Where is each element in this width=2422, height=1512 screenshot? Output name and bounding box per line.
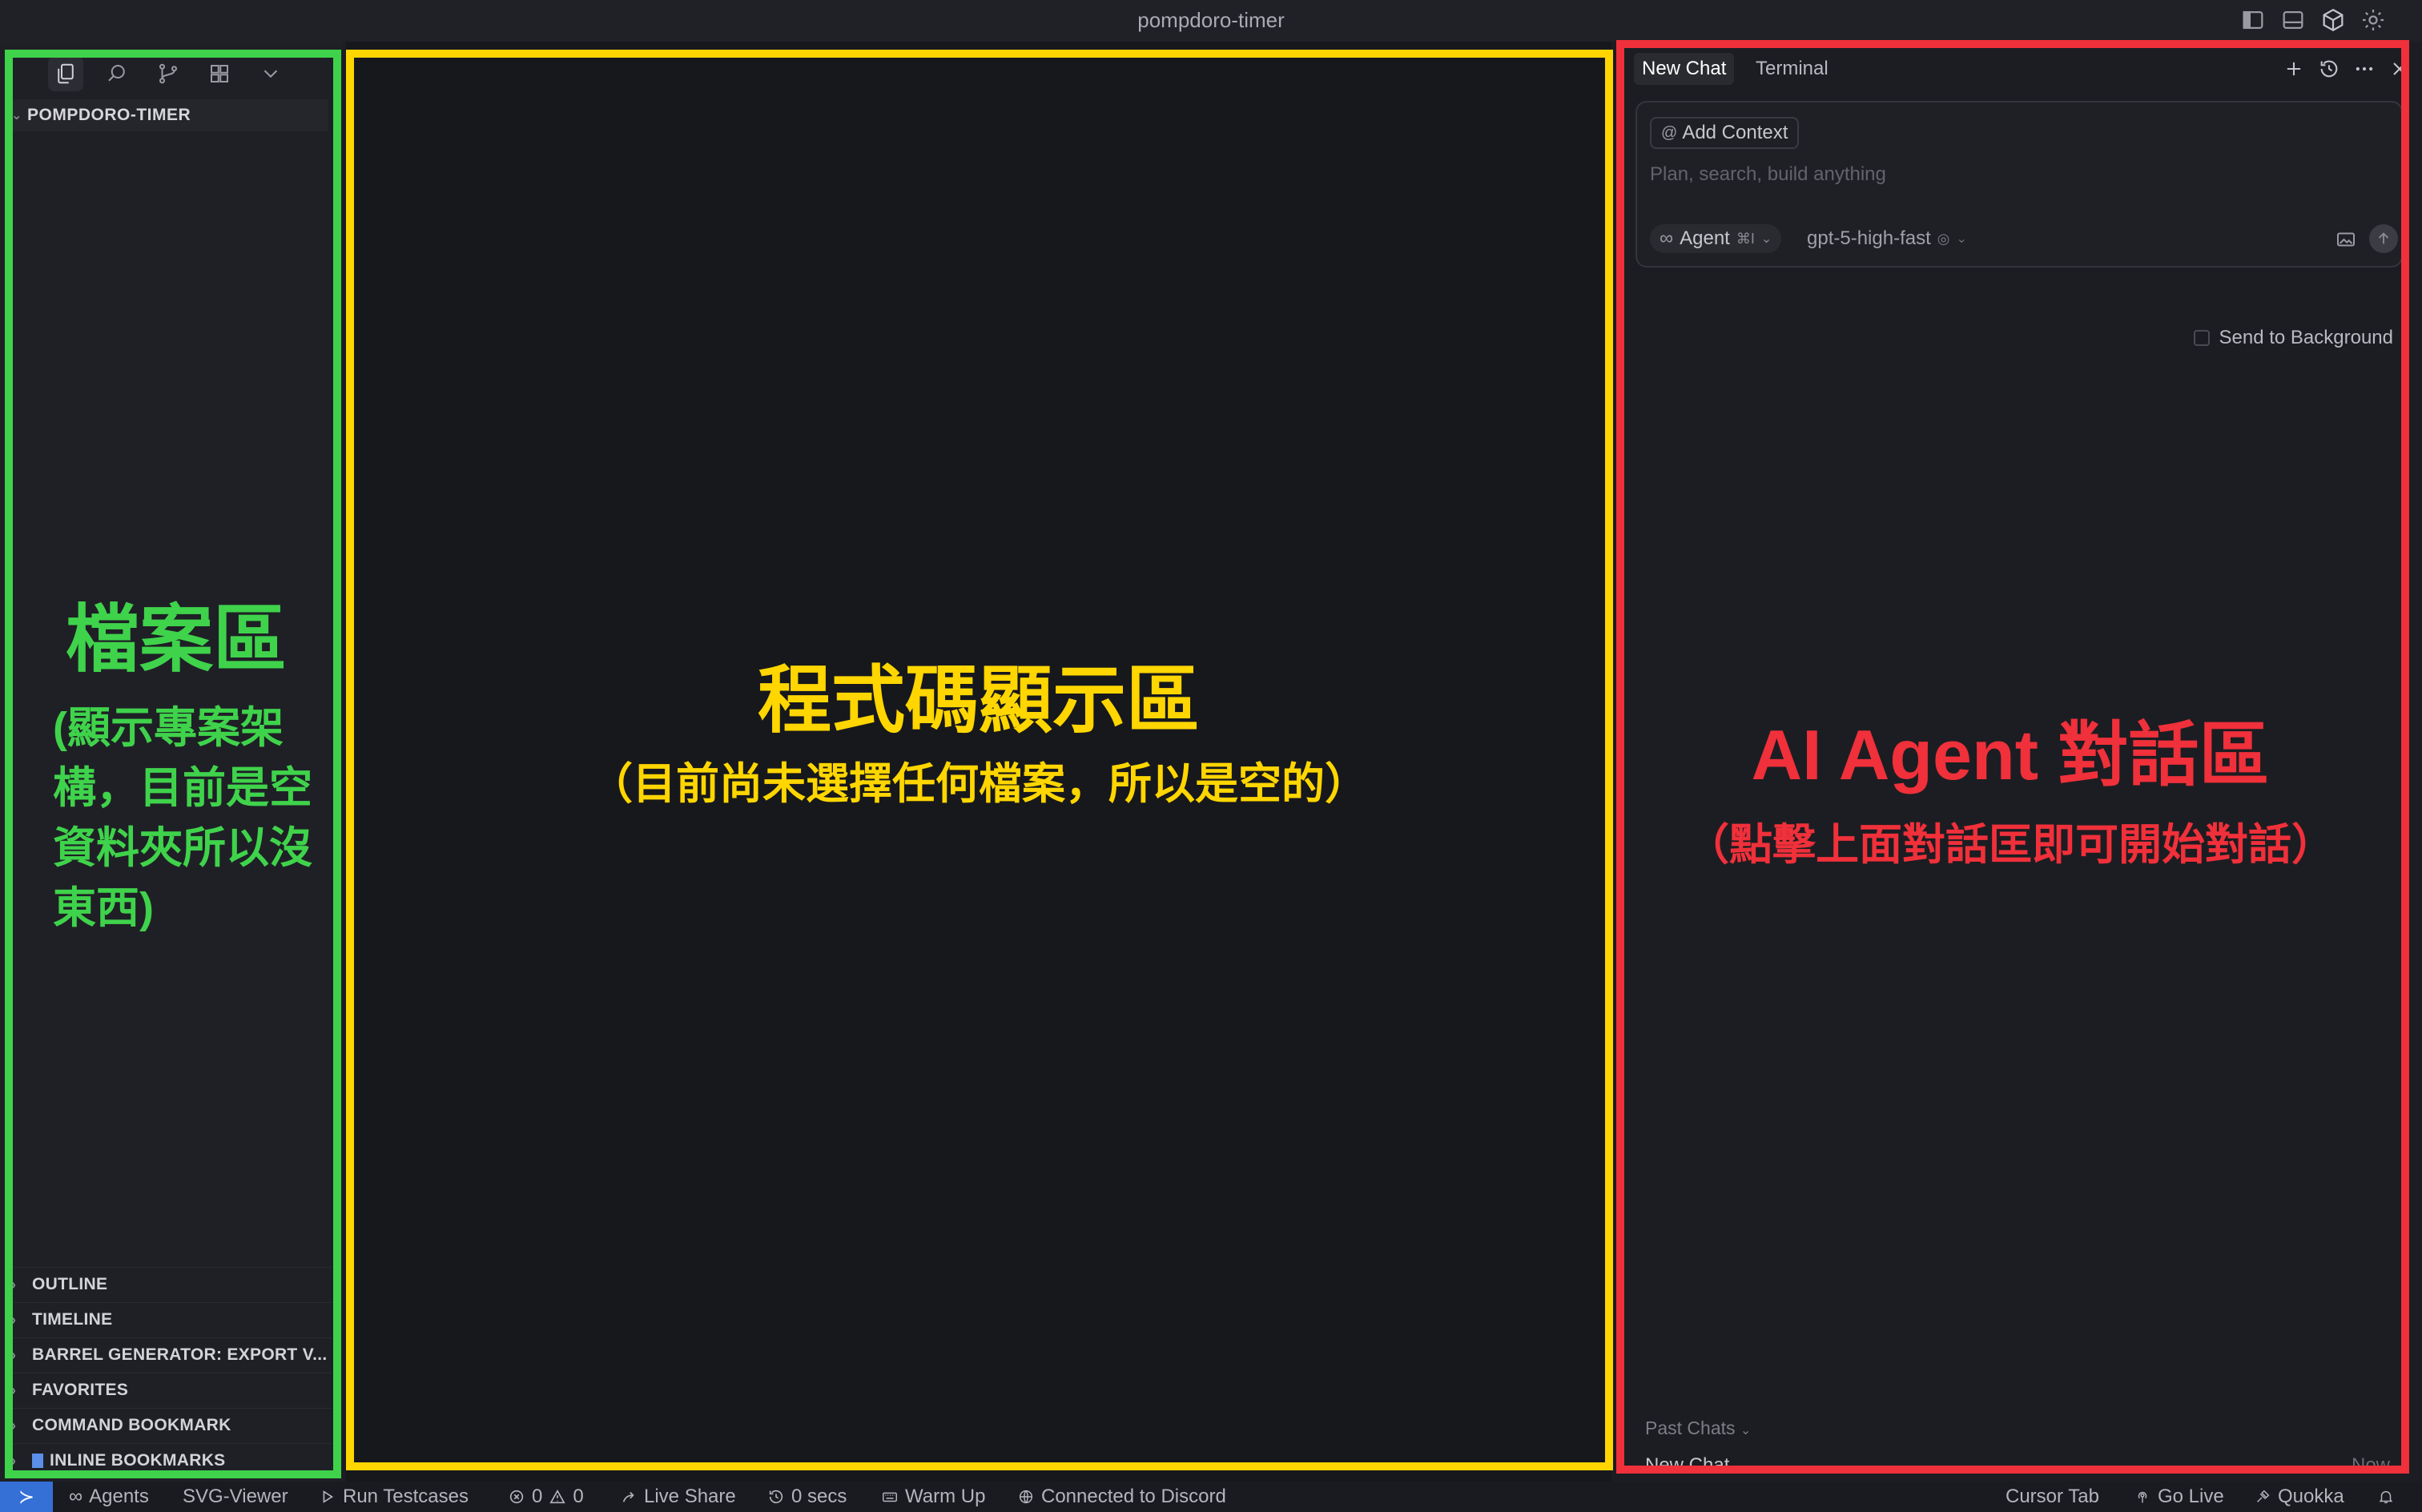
quokka-icon [2257,1490,2270,1502]
broadcast-icon [2138,1491,2147,1503]
code-area-annotation-title: 程式碼顯示區 [757,660,1200,742]
status-quokka[interactable]: Quokka [2254,1482,2344,1512]
notifications-bell-icon[interactable] [2377,1482,2395,1512]
timer-label: 0 secs [791,1486,847,1507]
go-live-label: Go Live [2158,1486,2224,1507]
cube-icon[interactable] [2319,6,2347,34]
warm-up-label: Warm Up [905,1486,986,1507]
warning-icon [549,1489,566,1504]
status-problems[interactable]: 0 0 [508,1482,584,1512]
error-icon [509,1490,524,1504]
status-agents[interactable]: ∞ Agents [69,1482,149,1512]
files-area-annotation-title: 檔案區 [65,599,287,681]
live-share-icon [622,1491,634,1502]
status-cursor-tab[interactable]: Cursor Tab [2006,1482,2099,1512]
infinity-icon: ∞ [69,1486,83,1507]
toggle-sidebar-icon[interactable] [2239,6,2267,34]
warning-count: 0 [573,1486,584,1507]
status-bar: ≻ ∞ Agents SVG-Viewer Run Testcases 0 0 … [0,1482,2422,1512]
window-title: pompdoro-timer [1137,8,1285,32]
status-svg-viewer[interactable]: SVG-Viewer [183,1482,288,1512]
play-icon [323,1490,334,1503]
chat-area-annotation-title: AI Agent 對話區 [1751,715,2270,794]
status-run-testcases[interactable]: Run Testcases [319,1482,469,1512]
error-count: 0 [532,1486,543,1507]
status-warm-up[interactable]: Warm Up [881,1482,985,1512]
status-go-live[interactable]: Go Live [2134,1482,2224,1512]
globe-icon [1019,1490,1033,1504]
discord-label: Connected to Discord [1041,1486,1226,1507]
chat-area-annotation-desc: （點擊上面對話匡即可開始對話） [1686,821,2335,869]
toggle-panel-icon[interactable] [2279,6,2307,34]
title-bar: pompdoro-timer [0,0,2422,42]
code-area-annotation-desc: （目前尚未選擇任何檔案，所以是空的） [589,760,1368,808]
status-agents-label: Agents [89,1486,149,1507]
settings-gear-icon[interactable] [2360,6,2387,34]
history-icon [769,1490,783,1504]
status-live-share[interactable]: Live Share [620,1482,736,1512]
keyboard-icon [883,1492,897,1502]
status-timer[interactable]: 0 secs [767,1482,847,1512]
run-testcases-label: Run Testcases [343,1486,469,1507]
files-area-annotation-desc: (顯示專案架構，目前是空資料夾所以沒東西) [53,704,312,932]
remote-indicator-icon[interactable]: ≻ [0,1482,53,1512]
quokka-label: Quokka [2278,1486,2344,1507]
status-discord[interactable]: Connected to Discord [1017,1482,1226,1512]
live-share-label: Live Share [644,1486,736,1507]
